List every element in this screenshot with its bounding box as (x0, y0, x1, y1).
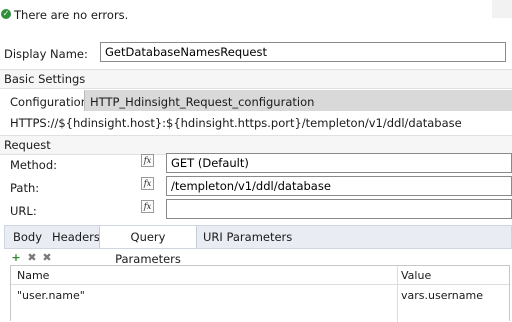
tab-body[interactable]: Body (13, 226, 42, 248)
display-name-label: Display Name: (4, 47, 88, 61)
x-icon[interactable]: ✖ (26, 252, 38, 264)
table-header: Name Value (11, 266, 509, 285)
path-input[interactable] (166, 176, 512, 196)
configuration-value: HTTP_Hdinsight_Request_configuration (90, 95, 315, 109)
basic-settings-title: Basic Settings (4, 72, 86, 86)
url-template: HTTPS://${hdinsight.host}:${hdinsight.ht… (10, 116, 462, 130)
column-header-name: Name (17, 269, 50, 282)
tab-query-parameters[interactable]: Query Parameters (99, 226, 197, 266)
table-row-value[interactable]: vars.username (401, 289, 483, 302)
method-label: Method: (10, 158, 58, 172)
validation-message: There are no errors. (14, 8, 129, 22)
display-name-input[interactable] (100, 42, 506, 62)
request-title: Request (4, 138, 51, 152)
method-input[interactable] (166, 153, 512, 173)
tab-uri-parameters[interactable]: URI Parameters (203, 226, 292, 248)
parameters-tabs: Body Headers Query Parameters URI Parame… (4, 225, 512, 266)
column-header-value: Value (401, 269, 432, 282)
plus-icon[interactable]: + (10, 252, 22, 264)
query-parameters-table: Name Value "user.name" vars.username (10, 265, 510, 322)
url-expression-button[interactable]: fx (141, 200, 154, 213)
tab-headers[interactable]: Headers (52, 226, 100, 248)
url-label: URL: (10, 204, 37, 218)
check-circle-icon: ✓ (1, 9, 11, 19)
path-label: Path: (10, 181, 40, 195)
table-row-name[interactable]: "user.name" (17, 289, 85, 302)
top-right-panel-edge (492, 0, 512, 18)
configuration-label: Configuration: (10, 95, 92, 109)
url-input[interactable] (166, 199, 512, 219)
validation-status-bar: ✓ There are no errors. (0, 0, 512, 30)
request-header (0, 135, 512, 155)
path-expression-button[interactable]: fx (141, 177, 154, 190)
clear-icon[interactable]: ✖ (41, 252, 53, 264)
method-expression-button[interactable]: fx (141, 154, 154, 167)
column-separator (397, 266, 398, 322)
